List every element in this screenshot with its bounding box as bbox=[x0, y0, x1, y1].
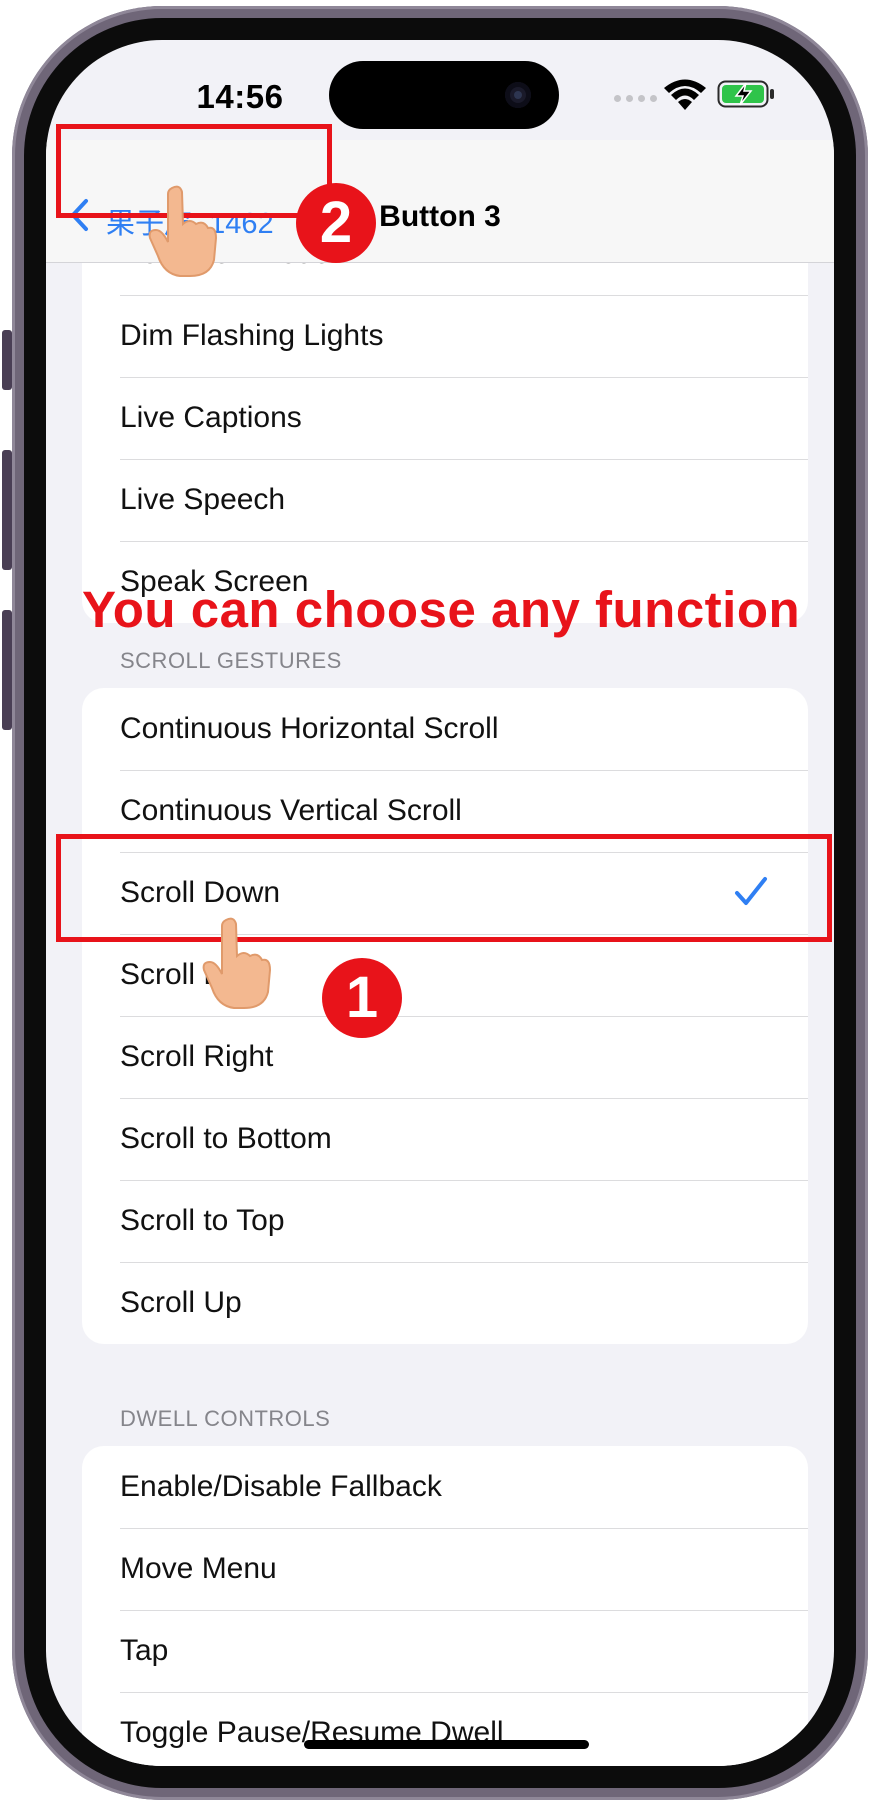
row-divider bbox=[120, 1610, 808, 1611]
list-item-label: Enable/Disable Fallback bbox=[120, 1470, 442, 1503]
section-header-scroll-gestures: SCROLL GESTURES bbox=[120, 648, 342, 673]
wifi-icon bbox=[664, 79, 706, 110]
tap-hand-icon bbox=[148, 185, 218, 277]
list-item-label: Scroll to Top bbox=[120, 1204, 285, 1237]
list-item-continuous-horizontal-scroll[interactable]: Continuous Horizontal Scroll bbox=[82, 688, 808, 770]
scroll-gestures-card: Continuous Horizontal Scroll Continuous … bbox=[82, 688, 808, 1344]
list-item-label: Continuous Horizontal Scroll bbox=[120, 712, 499, 745]
list-item-enable-disable-fallback[interactable]: Enable/Disable Fallback bbox=[82, 1446, 808, 1528]
list-item-label: Move Menu bbox=[120, 1552, 277, 1585]
list-item-scroll-to-top[interactable]: Scroll to Top bbox=[82, 1180, 808, 1262]
tap-hand-icon bbox=[202, 917, 272, 1009]
list-item-tap[interactable]: Tap bbox=[82, 1610, 808, 1692]
highlight-scroll-down bbox=[56, 834, 832, 942]
list-item-toggle-pause-resume-dwell[interactable]: Toggle Pause/Resume Dwell bbox=[82, 1692, 808, 1766]
home-indicator bbox=[304, 1740, 589, 1749]
action-button bbox=[2, 330, 12, 390]
settings-list[interactable]: Detection Mode Dim Flashing Lights Live … bbox=[46, 263, 834, 1766]
list-item-label: Dim Flashing Lights bbox=[120, 319, 384, 352]
list-item-label: Scroll Right bbox=[120, 1040, 274, 1073]
list-item-dim-flashing-lights[interactable]: Dim Flashing Lights bbox=[82, 295, 808, 377]
list-item-label: Live Captions bbox=[120, 401, 302, 434]
list-item-scroll-left[interactable]: Scroll Left bbox=[82, 934, 808, 1016]
annotation-banner: You can choose any function bbox=[82, 581, 801, 638]
list-item-scroll-up[interactable]: Scroll Up bbox=[82, 1262, 808, 1344]
list-item-live-captions[interactable]: Live Captions bbox=[82, 377, 808, 459]
dynamic-island bbox=[329, 61, 559, 129]
list-item-label: Tap bbox=[120, 1634, 169, 1667]
step-1-badge: 1 bbox=[322, 958, 402, 1038]
volume-up-button bbox=[2, 450, 12, 570]
section-header-dwell-controls: DWELL CONTROLS bbox=[120, 1406, 331, 1431]
list-item-scroll-right[interactable]: Scroll Right bbox=[82, 1016, 808, 1098]
battery-charging-icon bbox=[717, 80, 774, 108]
volume-down-button bbox=[2, 610, 12, 730]
list-item-move-menu[interactable]: Move Menu bbox=[82, 1528, 808, 1610]
list-item-scroll-to-bottom[interactable]: Scroll to Bottom bbox=[82, 1098, 808, 1180]
dwell-controls-card: Enable/Disable Fallback Move Menu Tap To… bbox=[82, 1446, 808, 1766]
status-time: 14:56 bbox=[196, 78, 284, 115]
list-item-live-speech[interactable]: Live Speech bbox=[82, 459, 808, 541]
step-2-badge: 2 bbox=[296, 183, 376, 263]
list-item-label: Toggle Pause/Resume Dwell bbox=[120, 1716, 504, 1749]
list-item-label: Scroll Up bbox=[120, 1286, 242, 1319]
front-camera-icon bbox=[505, 82, 531, 108]
top-section-card: Detection Mode Dim Flashing Lights Live … bbox=[82, 263, 808, 623]
list-item-label: Live Speech bbox=[120, 483, 286, 516]
list-item-label: Scroll to Bottom bbox=[120, 1122, 332, 1155]
cellular-signal-icon bbox=[614, 95, 657, 102]
